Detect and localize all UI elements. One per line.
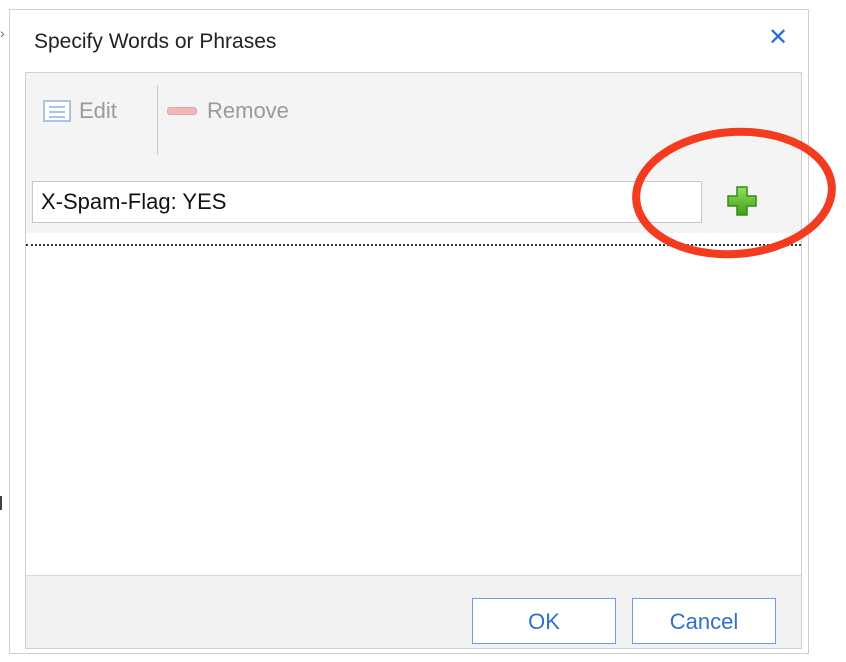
close-icon[interactable]: ✕ (764, 24, 792, 52)
screenshot-stage: › Specify Words or Phrases ✕ Edit Remove… (0, 0, 846, 662)
panel-toolbar: Edit Remove (26, 73, 801, 233)
specify-words-dialog: Specify Words or Phrases ✕ Edit Remove X… (9, 9, 809, 654)
dialog-title: Specify Words or Phrases (34, 30, 277, 53)
add-phrase-button[interactable] (723, 182, 761, 220)
words-panel: Edit Remove X-Spam-Flag: YES OK Cancel (25, 72, 802, 649)
phrase-list[interactable] (26, 247, 801, 577)
background-fragment-mark (0, 496, 2, 510)
minus-icon (167, 107, 197, 115)
list-edit-icon (43, 100, 71, 122)
ok-button[interactable]: OK (472, 598, 616, 644)
toolbar-separator (157, 85, 158, 155)
plus-icon (727, 186, 757, 216)
background-fragment: › (0, 25, 5, 41)
edit-button-label: Edit (79, 98, 117, 123)
list-divider (26, 244, 801, 246)
remove-button[interactable]: Remove (167, 91, 289, 131)
edit-button[interactable]: Edit (43, 91, 117, 131)
cancel-button[interactable]: Cancel (632, 598, 776, 644)
phrase-input[interactable] (32, 181, 702, 223)
remove-button-label: Remove (207, 98, 289, 123)
dialog-footer: OK Cancel (26, 575, 801, 648)
dialog-titlebar: Specify Words or Phrases ✕ (10, 10, 808, 72)
